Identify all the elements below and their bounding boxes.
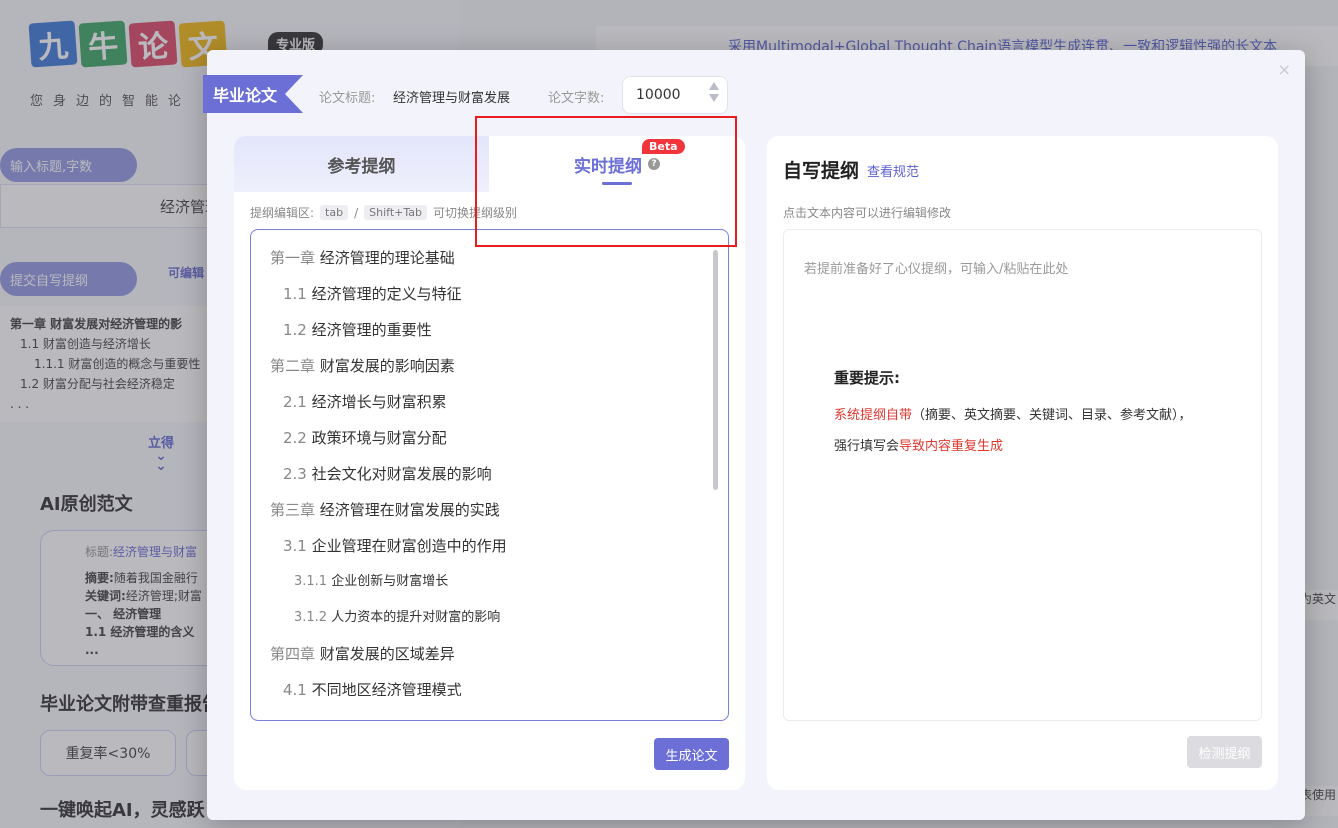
outline-item[interactable]: 2.1 经济增长与财富积累 [251, 384, 712, 420]
outline-item-text: 政策环境与财富分配 [311, 429, 447, 447]
self-outline-textarea[interactable]: 若提前准备好了心仪提纲，可输入/粘贴在此处 重要提示: 系统提纲自带（摘要、英文… [783, 229, 1262, 721]
outline-item-text: 社会文化对财富发展的影响 [311, 465, 492, 483]
outline-editor[interactable]: 第一章 经济管理的理论基础 1.1 经济管理的定义与特征 1.2 经济管理的重要性第… [250, 229, 729, 721]
outline-item[interactable]: 3.1 企业管理在财富创造中的作用 [251, 528, 712, 564]
check-outline-button[interactable]: 检测提纲 [1187, 736, 1262, 768]
key-shift-tab: Shift+Tab [364, 205, 427, 220]
self-outline-title: 自写提纲 [783, 160, 860, 182]
word-count-value: 10000 [636, 87, 681, 103]
outline-item-number: 第一章 [270, 249, 316, 267]
notice-highlight: 导致内容重复生成 [899, 439, 1004, 454]
thesis-title-label: 论文标题: [319, 91, 376, 106]
thesis-title-value: 经济管理与财富发展 [393, 91, 511, 106]
outline-item[interactable]: 第二章 财富发展的影响因素 [251, 348, 712, 384]
outline-item-number: 2.3 [283, 465, 307, 483]
outline-item-text: 经济增长与财富积累 [311, 393, 447, 411]
outline-item[interactable]: 1.1 经济管理的定义与特征 [251, 276, 712, 312]
outline-item[interactable]: 3.1.1 企业创新与财富增长 [251, 564, 712, 600]
thesis-type-ribbon: 毕业论文 [203, 75, 303, 113]
outline-item-number: 第三章 [270, 501, 316, 519]
outline-item-number: 第二章 [270, 357, 316, 375]
outline-item[interactable]: 第四章 财富发展的区域差异 [251, 636, 712, 672]
annotation-highlight-box [475, 116, 737, 247]
close-icon[interactable]: × [1278, 60, 1291, 79]
outline-item-text: 不同地区经济管理模式 [311, 681, 462, 696]
outline-item[interactable]: 4.1 不同地区经济管理模式 [251, 672, 712, 696]
stepper-down-icon[interactable] [709, 94, 719, 102]
scrollbar[interactable] [713, 250, 718, 490]
word-count-input[interactable]: 10000 [622, 76, 728, 114]
outline-item-number: 4.1 [283, 681, 307, 696]
outline-item-text: 经济管理的理论基础 [319, 249, 455, 267]
outline-item-text: 企业创新与财富增长 [331, 574, 449, 589]
outline-item-text: 企业管理在财富创造中的作用 [311, 537, 507, 555]
tab-reference-outline[interactable]: 参考提纲 [234, 136, 489, 192]
notice-text: 强行填写会 [834, 439, 900, 454]
generate-paper-button[interactable]: 生成论文 [654, 738, 729, 770]
self-outline-tip: 点击文本内容可以进行编辑修改 [783, 206, 952, 220]
stepper-up-icon[interactable] [709, 82, 719, 90]
outline-item-text: 经济管理的重要性 [311, 321, 432, 339]
view-spec-link[interactable]: 查看规范 [867, 161, 919, 180]
outline-item[interactable]: 2.2 政策环境与财富分配 [251, 420, 712, 456]
outline-modal: × 毕业论文 论文标题: 经济管理与财富发展 论文字数: 10000 参考提纲 … [203, 50, 1305, 820]
outline-item-number: 2.1 [283, 393, 307, 411]
outline-item[interactable]: 1.2 经济管理的重要性 [251, 312, 712, 348]
key-tab: tab [320, 205, 349, 220]
outline-item-number: 3.1 [283, 537, 307, 555]
tab-label: 参考提纲 [327, 156, 396, 177]
notice-line: 强行填写会导致内容重复生成 [834, 435, 1003, 454]
notice-line: 系统提纲自带（摘要、英文摘要、关键词、目录、参考文献）， [834, 404, 1192, 423]
notice-text: （摘要、英文摘要、关键词、目录、参考文献）， [912, 408, 1192, 423]
outline-item-number: 1.2 [283, 321, 307, 339]
outline-item-number: 3.1.1 [294, 574, 328, 589]
editor-tip-prefix: 提纲编辑区: [250, 206, 315, 220]
outline-item-number: 1.1 [283, 285, 307, 303]
outline-item-number: 2.2 [283, 429, 307, 447]
outline-item-number: 第四章 [270, 645, 316, 663]
outline-item-text: 经济管理在财富发展的实践 [319, 501, 500, 519]
outline-item[interactable]: 2.3 社会文化对财富发展的影响 [251, 456, 712, 492]
number-stepper[interactable] [709, 82, 719, 102]
notice-title: 重要提示: [834, 369, 900, 387]
word-count-label: 论文字数: [548, 91, 605, 106]
outline-item-text: 人力资本的提升对财富的影响 [331, 610, 501, 625]
outline-list: 第一章 经济管理的理论基础 1.1 经济管理的定义与特征 1.2 经济管理的重要性第… [251, 240, 712, 696]
outline-item[interactable]: 3.1.2 人力资本的提升对财富的影响 [251, 600, 712, 636]
notice-highlight: 系统提纲自带 [834, 408, 913, 423]
outline-item-text: 财富发展的区域差异 [319, 645, 455, 663]
outline-item-number: 3.1.2 [294, 610, 328, 625]
outline-item[interactable]: 第三章 经济管理在财富发展的实践 [251, 492, 712, 528]
outline-item-text: 经济管理的定义与特征 [311, 285, 462, 303]
textarea-placeholder: 若提前准备好了心仪提纲，可输入/粘贴在此处 [804, 262, 1069, 277]
self-outline-panel: 自写提纲 查看规范 点击文本内容可以进行编辑修改 若提前准备好了心仪提纲，可输入… [767, 136, 1278, 790]
key-separator: / [354, 205, 359, 220]
outline-item-text: 财富发展的影响因素 [319, 357, 455, 375]
